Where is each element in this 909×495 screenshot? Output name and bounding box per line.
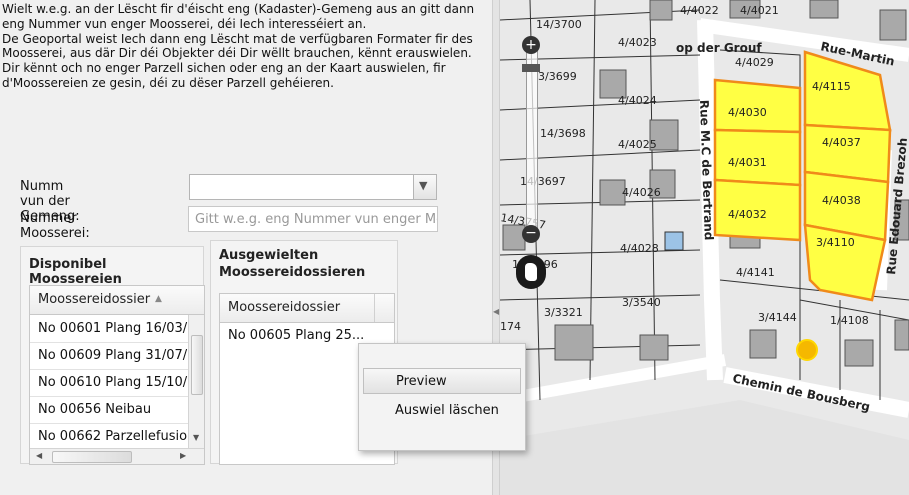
zoom-in-icon[interactable]: + (522, 36, 540, 54)
gemeng-select[interactable]: ▼ (189, 174, 437, 200)
svg-text:4/4115: 4/4115 (812, 80, 851, 93)
highlighted-building (664, 231, 684, 251)
scroll-down-arrow-icon[interactable]: ▼ (193, 433, 199, 442)
available-row-label: No 00609 Plang 31/07/ (38, 348, 188, 363)
intro-text: Wielt w.e.g. an der Lëscht fir d'éischt … (2, 2, 488, 91)
svg-text:3/3540: 3/3540 (622, 296, 661, 309)
svg-text:4/4021: 4/4021 (740, 4, 779, 17)
svg-text:14/3698: 14/3698 (540, 127, 586, 140)
available-row[interactable]: No 00610 Plang 15/10/ (30, 370, 188, 397)
svg-text:4/4038: 4/4038 (822, 194, 861, 207)
available-vertical-scrollbar[interactable]: ▼ (188, 315, 204, 448)
selected-grid-header[interactable]: Moossereidossier (220, 294, 394, 323)
intro-paragraph-3: Dir kënnt och no enger Parzell sichen od… (2, 61, 446, 90)
zoom-slider-thumb[interactable] (522, 64, 540, 72)
svg-text:4/4032: 4/4032 (728, 208, 767, 221)
moosserei-input[interactable]: Gitt w.e.g. eng Nummer vun enger Moosser… (188, 206, 438, 232)
cadastral-map[interactable]: 4/4022 4/4021 14/3700 4/4023 4/4029 3/3699 4… (500, 0, 909, 495)
selected-panel-title-line-2: Moossereidossieren (219, 265, 366, 280)
svg-text:4/4026: 4/4026 (622, 186, 661, 199)
svg-text:174: 174 (500, 320, 521, 333)
moosserei-label: Nummer Moosserei: (20, 211, 90, 241)
svg-text:4/4025: 4/4025 (618, 138, 657, 151)
svg-text:4/4029: 4/4029 (735, 56, 774, 69)
svg-text:4/4141: 4/4141 (736, 266, 775, 279)
available-panel-title: Disponibel Moossereien (29, 257, 122, 287)
svg-text:4/4024: 4/4024 (618, 94, 657, 107)
horizontal-scroll-thumb[interactable] (52, 451, 132, 463)
svg-text:4/4028: 4/4028 (620, 242, 659, 255)
gemeng-dropdown-button[interactable]: ▼ (413, 175, 436, 199)
selected-row-label: No 00605 Plang 25... (228, 328, 365, 343)
chevron-down-icon: ▼ (419, 179, 428, 192)
available-row[interactable]: No 00601 Plang 16/03/ (30, 316, 188, 343)
svg-text:1/4108: 1/4108 (830, 314, 869, 327)
selected-panel-title-line-1: Ausgewielten (219, 248, 319, 263)
menu-item-preview-label: Preview (396, 374, 447, 389)
svg-text:4/4030: 4/4030 (728, 106, 767, 119)
menu-item-preview[interactable]: Preview (363, 368, 521, 394)
available-grid-header[interactable]: Moossereidossier ▲ (30, 286, 204, 315)
available-row-label: No 00610 Plang 15/10/ (38, 375, 188, 390)
intro-paragraph-2: De Geoportal weist Iech dann eng Lëscht … (2, 31, 473, 61)
map-view[interactable]: 4/4022 4/4021 14/3700 4/4023 4/4029 3/3699 4… (500, 0, 909, 495)
menu-item-remove-selection[interactable]: Auswiel läschen (363, 398, 521, 424)
svg-text:4/4037: 4/4037 (822, 136, 861, 149)
context-menu: Preview Auswiel läschen (358, 343, 526, 451)
svg-text:3/4144: 3/4144 (758, 311, 797, 324)
available-panel: Disponibel Moossereien Moossereidossier … (20, 246, 205, 465)
svg-text:4/4022: 4/4022 (680, 4, 719, 17)
scroll-right-arrow-icon[interactable]: ▶ (180, 451, 186, 460)
available-row[interactable]: No 00609 Plang 31/07/ (30, 343, 188, 370)
available-row[interactable]: No 00656 Neibau (30, 397, 188, 424)
country-outline-icon[interactable] (516, 255, 546, 289)
available-row-label: No 00656 Neibau (38, 402, 152, 417)
available-horizontal-scrollbar[interactable]: ◀ ▶ (30, 448, 204, 464)
available-row-label: No 00662 Parzellefusio (38, 429, 188, 444)
selected-panel-title: Ausgewielten Moossereidossieren (219, 247, 365, 281)
available-row[interactable]: No 00662 Parzellefusio (30, 424, 188, 451)
svg-text:14/3700: 14/3700 (536, 18, 582, 31)
available-column-header: Moossereidossier (38, 292, 151, 307)
collapse-left-icon[interactable]: ◀ (493, 307, 499, 316)
zoom-out-icon[interactable]: − (522, 225, 540, 243)
sort-ascending-icon: ▲ (155, 294, 162, 304)
svg-text:op der Grouf: op der Grouf (676, 41, 762, 55)
svg-text:4/4023: 4/4023 (618, 36, 657, 49)
intro-paragraph-1: Wielt w.e.g. an der Lëscht fir d'éischt … (2, 2, 475, 31)
available-grid: Moossereidossier ▲ No 00601 Plang 16/03/… (29, 285, 205, 465)
vertical-scroll-thumb[interactable] (191, 335, 203, 395)
selected-column-header: Moossereidossier (228, 300, 341, 315)
svg-text:3/4110: 3/4110 (816, 236, 855, 249)
svg-text:3/3321: 3/3321 (544, 306, 583, 319)
available-row-label: No 00601 Plang 16/03/ (38, 321, 188, 336)
header-divider (374, 294, 375, 322)
location-marker (796, 339, 818, 361)
scroll-left-arrow-icon[interactable]: ◀ (36, 451, 42, 460)
menu-item-remove-selection-label: Auswiel läschen (395, 403, 499, 418)
left-panel: Wielt w.e.g. an der Lëscht fir d'éischt … (0, 0, 526, 495)
svg-text:3/3699: 3/3699 (538, 70, 577, 83)
svg-text:4/4031: 4/4031 (728, 156, 767, 169)
